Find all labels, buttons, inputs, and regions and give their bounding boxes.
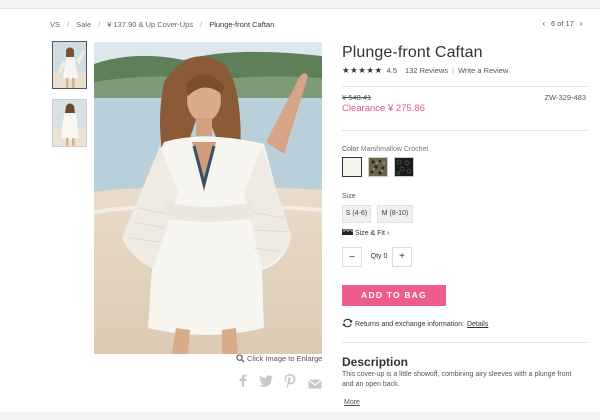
chevron-right-icon[interactable]: › bbox=[576, 19, 586, 28]
color-value: Marshmallow Crochet bbox=[360, 146, 429, 153]
size-small-button[interactable]: S (4-6) bbox=[342, 205, 371, 223]
breadcrumb-separator: / bbox=[67, 20, 70, 29]
breadcrumb-current: Plunge-front Caftan bbox=[209, 20, 275, 29]
breadcrumb-separator: / bbox=[98, 20, 101, 29]
description-heading: Description bbox=[342, 355, 409, 369]
model-photo bbox=[94, 42, 322, 354]
rating-row: ★★★★★ 4.5 132 Reviews | Write a Review bbox=[342, 65, 508, 76]
swatch-leopard[interactable] bbox=[368, 157, 388, 177]
twitter-icon[interactable] bbox=[259, 374, 273, 392]
breadcrumb: VS / Sale / ¥ 137.90 & Up Cover-Ups / Plunge-f… bbox=[50, 20, 274, 29]
product-main-image[interactable] bbox=[94, 42, 322, 354]
size-and-fit-link[interactable]: Size & Fit › bbox=[342, 229, 389, 237]
rating-value: 4.5 bbox=[386, 66, 398, 75]
rating-stars: ★★★★★ bbox=[342, 65, 383, 75]
description-text: This cover-up is a little showoff, combi… bbox=[342, 371, 572, 388]
pinterest-icon[interactable] bbox=[284, 374, 296, 393]
thumbnail-image bbox=[53, 42, 86, 88]
swatch-black-crochet[interactable] bbox=[394, 157, 414, 177]
returns-text: Returns and exchange information: bbox=[355, 321, 464, 328]
qty-increase-button[interactable]: + bbox=[392, 247, 412, 267]
qty-decrease-button[interactable]: – bbox=[342, 247, 362, 267]
breadcrumb-sale[interactable]: Sale bbox=[76, 20, 91, 29]
thumbnail-image bbox=[53, 100, 86, 146]
color-label-text: Color bbox=[342, 146, 359, 153]
size-label: Size bbox=[342, 193, 356, 200]
reviews-link[interactable]: 132 Reviews bbox=[405, 66, 448, 75]
exchange-icon bbox=[342, 318, 353, 328]
product-pager: ‹ 6 of 17 › bbox=[539, 19, 586, 28]
sale-price: Clearance ¥ 275.86 bbox=[342, 103, 425, 114]
pager-count: 6 of 17 bbox=[550, 19, 574, 28]
breadcrumb-separator: / bbox=[200, 20, 203, 29]
size-medium-button[interactable]: M (8-10) bbox=[377, 205, 413, 223]
returns-details-link[interactable]: Details bbox=[467, 321, 488, 328]
breadcrumb-vs[interactable]: VS bbox=[50, 20, 60, 29]
click-to-enlarge[interactable]: Click Image to Enlarge bbox=[236, 354, 322, 363]
color-label: Color Marshmallow Crochet bbox=[342, 146, 428, 153]
zoom-label: Click Image to Enlarge bbox=[247, 354, 323, 363]
original-price: ¥ 548.41 bbox=[342, 93, 372, 102]
size-fit-label: Size & Fit › bbox=[354, 230, 390, 237]
chevron-left-icon[interactable]: ‹ bbox=[539, 19, 549, 28]
divider bbox=[342, 130, 587, 131]
write-review-link[interactable]: Write a Review bbox=[458, 66, 508, 75]
facebook-icon[interactable] bbox=[238, 374, 248, 392]
add-to-bag-button[interactable]: ADD TO BAG bbox=[342, 285, 446, 306]
ruler-icon bbox=[342, 229, 353, 235]
magnifier-icon bbox=[236, 354, 245, 363]
more-link[interactable]: More bbox=[344, 399, 360, 406]
product-sku: ZW-329-483 bbox=[544, 93, 586, 102]
returns-info: Returns and exchange information: Details bbox=[342, 318, 488, 328]
divider bbox=[342, 342, 587, 343]
breadcrumb-cover-ups[interactable]: ¥ 137.90 & Up Cover-Ups bbox=[107, 20, 193, 29]
swatch-marshmallow-crochet[interactable] bbox=[342, 157, 362, 177]
email-icon[interactable] bbox=[308, 376, 322, 394]
product-page: VS / Sale / ¥ 137.90 & Up Cover-Ups / Plunge-f… bbox=[0, 8, 600, 412]
thumbnail-1[interactable] bbox=[52, 41, 87, 89]
rating-divider: | bbox=[452, 66, 454, 75]
thumbnail-2[interactable] bbox=[52, 99, 87, 147]
divider bbox=[342, 86, 587, 87]
product-title: Plunge-front Caftan bbox=[342, 44, 483, 61]
qty-field[interactable]: Qty 0 bbox=[365, 247, 393, 267]
